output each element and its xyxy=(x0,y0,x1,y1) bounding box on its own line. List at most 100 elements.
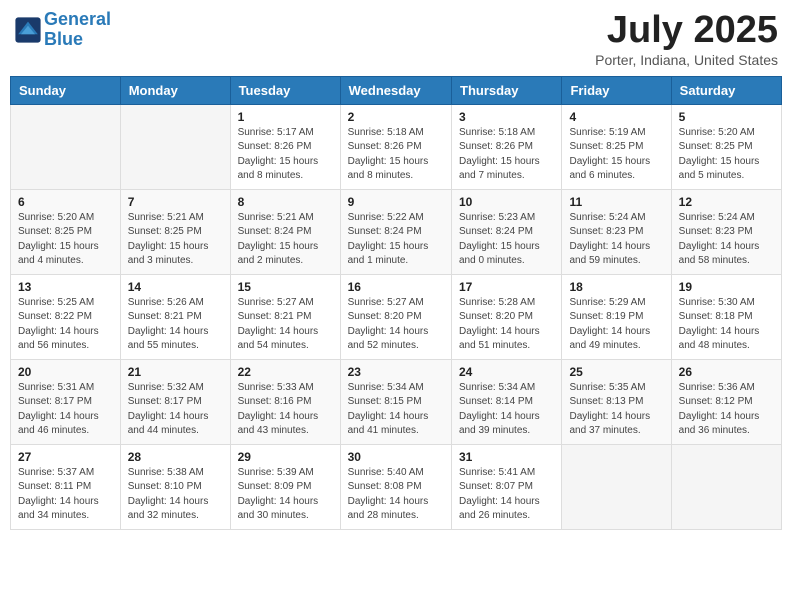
day-number: 23 xyxy=(348,365,444,379)
calendar-cell: 25 Sunrise: 5:35 AM Sunset: 8:13 PM Dayli… xyxy=(562,359,671,444)
header-thursday: Thursday xyxy=(452,76,562,104)
day-info: Sunrise: 5:22 AM Sunset: 8:24 PM Dayligh… xyxy=(348,211,444,269)
day-number: 7 xyxy=(128,195,223,209)
logo-text: General Blue xyxy=(44,10,111,50)
day-number: 11 xyxy=(569,195,663,209)
calendar-cell: 1 Sunrise: 5:17 AM Sunset: 8:26 PM Daylig… xyxy=(230,104,340,189)
day-info: Sunrise: 5:29 AM Sunset: 8:19 PM Dayligh… xyxy=(569,296,663,354)
day-number: 6 xyxy=(18,195,113,209)
day-number: 19 xyxy=(679,280,774,294)
calendar-cell xyxy=(11,104,121,189)
day-number: 10 xyxy=(459,195,554,209)
day-info: Sunrise: 5:31 AM Sunset: 8:17 PM Dayligh… xyxy=(18,381,113,439)
calendar-cell: 7 Sunrise: 5:21 AM Sunset: 8:25 PM Daylig… xyxy=(120,189,230,274)
header-wednesday: Wednesday xyxy=(340,76,451,104)
calendar-cell: 30Sunrise: 5:40 AM Sunset: 8:08 PM Dayli… xyxy=(340,444,451,529)
calendar-cell: 2Sunrise: 5:18 AM Sunset: 8:26 PM Daylig… xyxy=(340,104,451,189)
header-monday: Monday xyxy=(120,76,230,104)
day-number: 14 xyxy=(128,280,223,294)
day-number: 28 xyxy=(128,450,223,464)
day-info: Sunrise: 5:17 AM Sunset: 8:26 PM Dayligh… xyxy=(238,126,333,184)
day-info: Sunrise: 5:18 AM Sunset: 8:26 PM Dayligh… xyxy=(348,126,444,184)
calendar-header-row: Sunday Monday Tuesday Wednesday Thursday… xyxy=(11,76,782,104)
day-info: Sunrise: 5:25 AM Sunset: 8:22 PM Dayligh… xyxy=(18,296,113,354)
day-info: Sunrise: 5:24 AM Sunset: 8:23 PM Dayligh… xyxy=(679,211,774,269)
day-info: Sunrise: 5:21 AM Sunset: 8:25 PM Dayligh… xyxy=(128,211,223,269)
calendar-cell: 13 Sunrise: 5:25 AM Sunset: 8:22 PM Dayli… xyxy=(11,274,121,359)
day-info: Sunrise: 5:39 AM Sunset: 8:09 PM Dayligh… xyxy=(238,466,333,524)
day-info: Sunrise: 5:27 AM Sunset: 8:21 PM Dayligh… xyxy=(238,296,333,354)
week-row-2: 6 Sunrise: 5:20 AM Sunset: 8:25 PM Daylig… xyxy=(11,189,782,274)
page-header: General Blue July 2025 Porter, Indiana, … xyxy=(10,10,782,68)
day-info: Sunrise: 5:19 AM Sunset: 8:25 PM Dayligh… xyxy=(569,126,663,184)
day-info: Sunrise: 5:21 AM Sunset: 8:24 PM Dayligh… xyxy=(238,211,333,269)
day-number: 3 xyxy=(459,110,554,124)
week-row-5: 27 Sunrise: 5:37 AM Sunset: 8:11 PM Dayli… xyxy=(11,444,782,529)
day-number: 30 xyxy=(348,450,444,464)
day-number: 22 xyxy=(238,365,333,379)
day-number: 25 xyxy=(569,365,663,379)
header-tuesday: Tuesday xyxy=(230,76,340,104)
calendar-cell: 27 Sunrise: 5:37 AM Sunset: 8:11 PM Dayli… xyxy=(11,444,121,529)
calendar-cell xyxy=(120,104,230,189)
day-info: Sunrise: 5:26 AM Sunset: 8:21 PM Dayligh… xyxy=(128,296,223,354)
day-info: Sunrise: 5:32 AM Sunset: 8:17 PM Dayligh… xyxy=(128,381,223,439)
day-info: Sunrise: 5:33 AM Sunset: 8:16 PM Dayligh… xyxy=(238,381,333,439)
calendar-cell: 14 Sunrise: 5:26 AM Sunset: 8:21 PM Dayli… xyxy=(120,274,230,359)
month-title: July 2025 xyxy=(595,10,778,52)
day-info: Sunrise: 5:34 AM Sunset: 8:15 PM Dayligh… xyxy=(348,381,444,439)
calendar-cell xyxy=(562,444,671,529)
calendar-cell: 17 Sunrise: 5:28 AM Sunset: 8:20 PM Dayli… xyxy=(452,274,562,359)
calendar-cell: 22 Sunrise: 5:33 AM Sunset: 8:16 PM Dayli… xyxy=(230,359,340,444)
day-number: 9 xyxy=(348,195,444,209)
header-sunday: Sunday xyxy=(11,76,121,104)
day-info: Sunrise: 5:41 AM Sunset: 8:07 PM Dayligh… xyxy=(459,466,554,524)
calendar-cell: 16 Sunrise: 5:27 AM Sunset: 8:20 PM Dayli… xyxy=(340,274,451,359)
day-number: 13 xyxy=(18,280,113,294)
calendar-cell: 11Sunrise: 5:24 AM Sunset: 8:23 PM Dayli… xyxy=(562,189,671,274)
logo-icon xyxy=(14,16,42,44)
day-number: 4 xyxy=(569,110,663,124)
day-number: 18 xyxy=(569,280,663,294)
day-number: 27 xyxy=(18,450,113,464)
day-info: Sunrise: 5:37 AM Sunset: 8:11 PM Dayligh… xyxy=(18,466,113,524)
calendar-cell: 20 Sunrise: 5:31 AM Sunset: 8:17 PM Dayli… xyxy=(11,359,121,444)
header-friday: Friday xyxy=(562,76,671,104)
day-number: 8 xyxy=(238,195,333,209)
calendar-cell: 4 Sunrise: 5:19 AM Sunset: 8:25 PM Daylig… xyxy=(562,104,671,189)
day-info: Sunrise: 5:27 AM Sunset: 8:20 PM Dayligh… xyxy=(348,296,444,354)
calendar-cell: 23 Sunrise: 5:34 AM Sunset: 8:15 PM Dayli… xyxy=(340,359,451,444)
logo: General Blue xyxy=(14,10,111,50)
calendar-cell: 28 Sunrise: 5:38 AM Sunset: 8:10 PM Dayli… xyxy=(120,444,230,529)
day-number: 5 xyxy=(679,110,774,124)
day-info: Sunrise: 5:36 AM Sunset: 8:12 PM Dayligh… xyxy=(679,381,774,439)
calendar-cell xyxy=(671,444,781,529)
day-number: 29 xyxy=(238,450,333,464)
calendar-cell: 9 Sunrise: 5:22 AM Sunset: 8:24 PM Daylig… xyxy=(340,189,451,274)
calendar-cell: 3 Sunrise: 5:18 AM Sunset: 8:26 PM Daylig… xyxy=(452,104,562,189)
day-info: Sunrise: 5:35 AM Sunset: 8:13 PM Dayligh… xyxy=(569,381,663,439)
day-number: 20 xyxy=(18,365,113,379)
day-info: Sunrise: 5:28 AM Sunset: 8:20 PM Dayligh… xyxy=(459,296,554,354)
day-number: 17 xyxy=(459,280,554,294)
day-info: Sunrise: 5:18 AM Sunset: 8:26 PM Dayligh… xyxy=(459,126,554,184)
week-row-3: 13 Sunrise: 5:25 AM Sunset: 8:22 PM Dayli… xyxy=(11,274,782,359)
calendar-cell: 26 Sunrise: 5:36 AM Sunset: 8:12 PM Dayli… xyxy=(671,359,781,444)
day-number: 26 xyxy=(679,365,774,379)
calendar-cell: 29 Sunrise: 5:39 AM Sunset: 8:09 PM Dayli… xyxy=(230,444,340,529)
day-info: Sunrise: 5:20 AM Sunset: 8:25 PM Dayligh… xyxy=(18,211,113,269)
day-number: 16 xyxy=(348,280,444,294)
calendar-cell: 10 Sunrise: 5:23 AM Sunset: 8:24 PM Dayli… xyxy=(452,189,562,274)
calendar-cell: 6 Sunrise: 5:20 AM Sunset: 8:25 PM Daylig… xyxy=(11,189,121,274)
day-info: Sunrise: 5:23 AM Sunset: 8:24 PM Dayligh… xyxy=(459,211,554,269)
day-info: Sunrise: 5:38 AM Sunset: 8:10 PM Dayligh… xyxy=(128,466,223,524)
week-row-4: 20 Sunrise: 5:31 AM Sunset: 8:17 PM Dayli… xyxy=(11,359,782,444)
calendar-cell: 21 Sunrise: 5:32 AM Sunset: 8:17 PM Dayli… xyxy=(120,359,230,444)
day-number: 21 xyxy=(128,365,223,379)
day-number: 1 xyxy=(238,110,333,124)
day-info: Sunrise: 5:30 AM Sunset: 8:18 PM Dayligh… xyxy=(679,296,774,354)
location: Porter, Indiana, United States xyxy=(595,52,778,68)
calendar-cell: 12 Sunrise: 5:24 AM Sunset: 8:23 PM Dayli… xyxy=(671,189,781,274)
calendar-cell: 5Sunrise: 5:20 AM Sunset: 8:25 PM Daylig… xyxy=(671,104,781,189)
day-number: 12 xyxy=(679,195,774,209)
